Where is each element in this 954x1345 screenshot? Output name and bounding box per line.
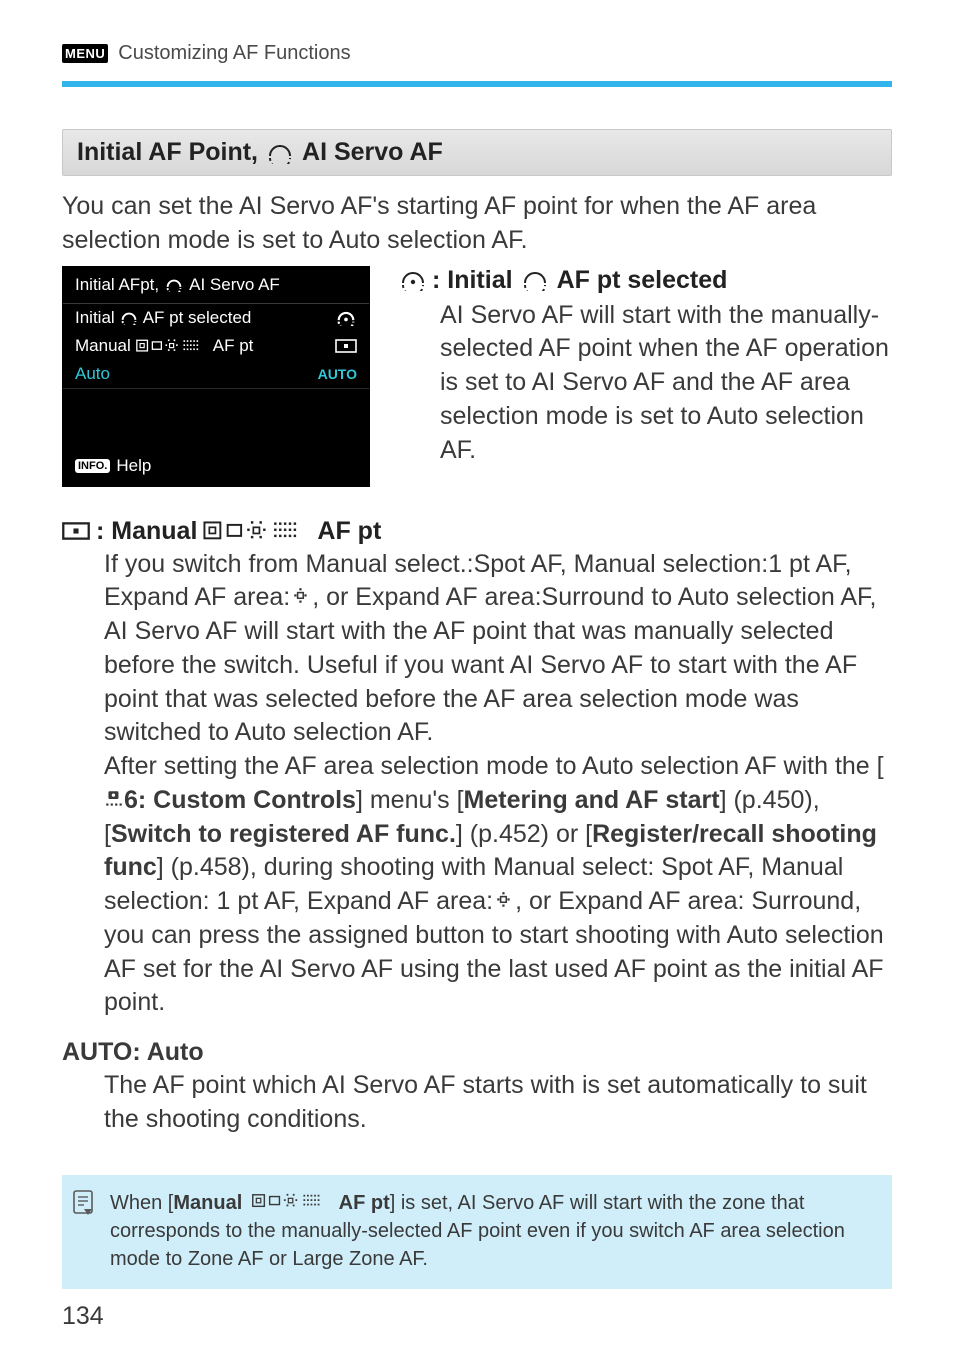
option2-heading: : Manual AF pt [62, 517, 892, 546]
expand-af-icon [290, 587, 312, 605]
lcd-row2-a: Manual [75, 336, 131, 356]
lcd-title-a: Initial AFpt, [75, 275, 159, 295]
lcd-row-initial: Initial AF pt selected [63, 304, 369, 332]
opt2-bold2: Metering and AF start [464, 786, 720, 814]
opt1-head-b: AF pt selected [557, 266, 728, 295]
info-badge: INFO. [75, 459, 110, 473]
af-mode-glyphs-icon [203, 520, 311, 542]
opt2-p2a: After setting the AF area selection mode… [104, 752, 884, 780]
auto-area-ring-icon [520, 269, 550, 291]
lcd-row3-label: Auto [75, 364, 110, 384]
intro-paragraph: You can set the AI Servo AF's starting A… [62, 190, 892, 258]
section-heading: Initial AF Point, AI Servo AF [62, 129, 892, 176]
opt2-bold1: 6: Custom Controls [124, 786, 356, 814]
menu-badge: MENU [62, 44, 108, 63]
lcd-row-auto: Auto AUTO [63, 360, 369, 388]
auto-area-ring-icon [165, 278, 183, 292]
opt2-p2d: ] (p.452) or [ [456, 820, 592, 848]
option3-heading: AUTO: Auto [62, 1038, 892, 1067]
auto-area-ring-icon [120, 311, 138, 325]
rect-dot-icon [62, 522, 90, 540]
ring-dot-icon [398, 269, 428, 291]
lcd-row3-value: AUTO [318, 366, 357, 382]
custom-controls-icon [104, 790, 124, 808]
option3-body: The AF point which AI Servo AF starts wi… [104, 1069, 892, 1137]
opt2-head-b: AF pt [317, 517, 381, 546]
lcd-title-b: AI Servo AF [189, 275, 280, 295]
opt2-head-a: : Manual [96, 517, 197, 546]
af-mode-glyphs-icon [136, 338, 208, 354]
lcd-row1-a: Initial [75, 308, 115, 328]
heading-text-a: Initial AF Point, [77, 138, 258, 167]
auto-area-ring-icon [266, 142, 294, 164]
lcd-spacer [63, 388, 369, 450]
ring-dot-icon [335, 310, 357, 326]
lcd-row2-b: AF pt [213, 336, 254, 356]
lcd-help-row: INFO. Help [63, 450, 369, 486]
note-a: When [ [110, 1192, 173, 1214]
option1-heading: : Initial AF pt selected [398, 266, 892, 295]
breadcrumb: MENU Customizing AF Functions [62, 42, 892, 65]
opt2-bold3: Switch to registered AF func. [111, 820, 456, 848]
note-bold-a: Manual [173, 1192, 242, 1214]
af-mode-glyphs-icon [248, 1193, 334, 1209]
opt2-p2b: ] menu's [ [356, 786, 464, 814]
opt1-head-a: : Initial [432, 266, 513, 295]
lcd-row-manual: Manual AF pt [63, 332, 369, 360]
header-accent-bar [62, 81, 892, 87]
note-callout: When [Manual AF pt] is set, AI Servo AF … [62, 1175, 892, 1289]
option1-body: AI Servo AF will start with the manually… [440, 299, 892, 468]
option2-body: If you switch from Manual select.:Spot A… [104, 548, 892, 1021]
expand-af-icon [493, 891, 515, 909]
lcd-row1-b: AF pt selected [143, 308, 252, 328]
note-bold-b: AF pt [339, 1192, 390, 1214]
camera-lcd-screenshot: Initial AFpt, AI Servo AF Initial AF pt … [62, 266, 370, 487]
heading-text-b: AI Servo AF [302, 138, 443, 167]
page-number: 134 [62, 1302, 104, 1331]
lcd-title: Initial AFpt, AI Servo AF [63, 267, 369, 304]
rect-dot-icon [335, 339, 357, 353]
lcd-help-text: Help [116, 456, 151, 476]
note-icon [72, 1189, 96, 1215]
breadcrumb-text: Customizing AF Functions [118, 42, 350, 65]
